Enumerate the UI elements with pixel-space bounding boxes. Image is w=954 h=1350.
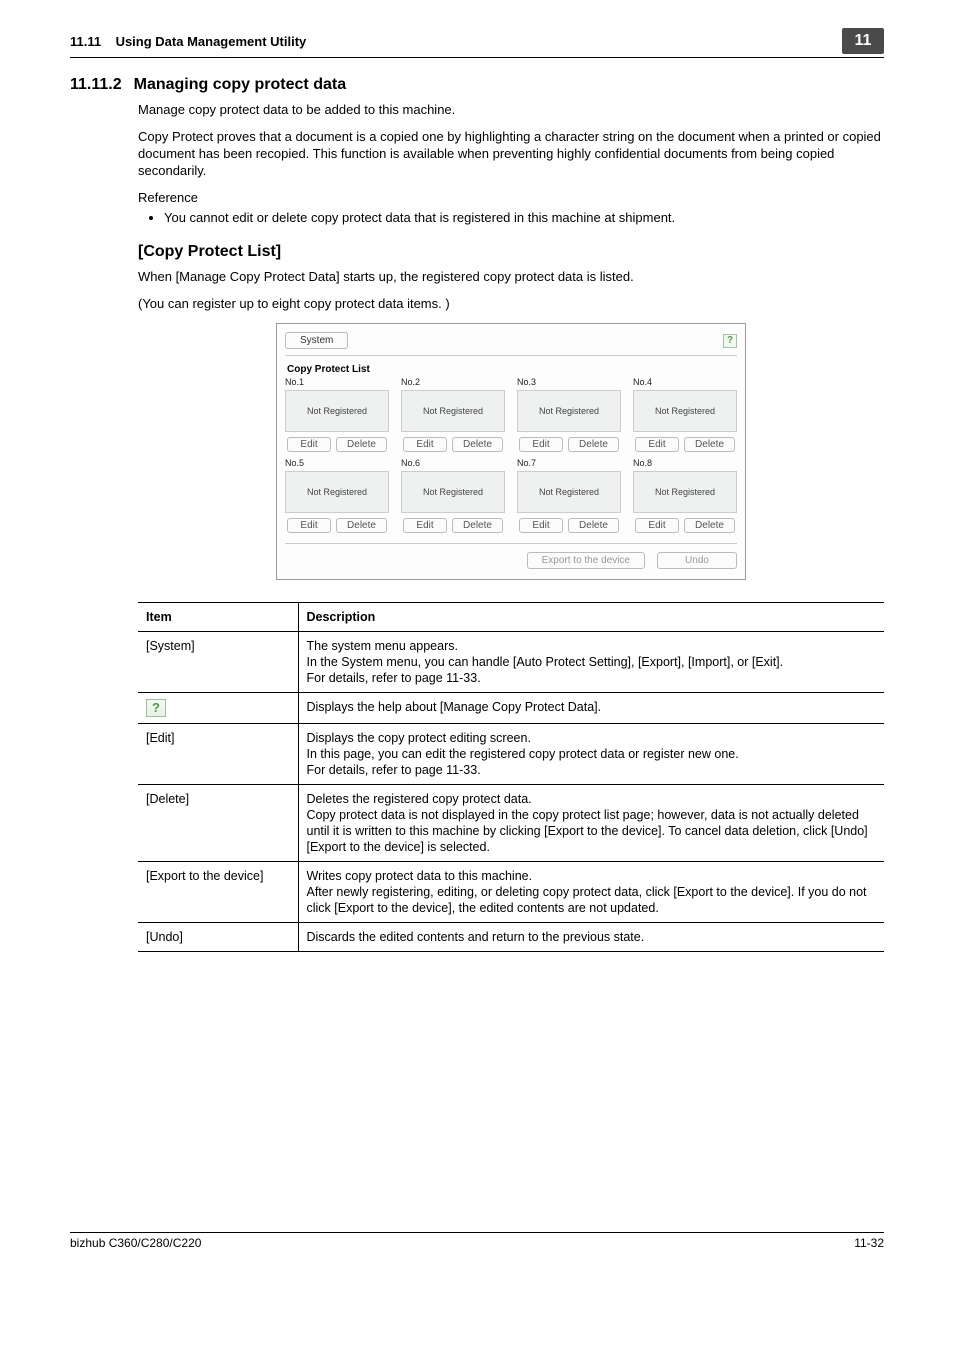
slot-status-box: Not Registered	[401, 471, 505, 513]
intro-para-2: Copy Protect proves that a document is a…	[138, 129, 884, 180]
copy-protect-list-para-1: When [Manage Copy Protect Data] starts u…	[138, 269, 884, 286]
edit-button[interactable]: Edit	[635, 518, 679, 533]
footer-rule	[70, 1232, 884, 1233]
copy-protect-slot: No.7 Not Registered Edit Delete	[517, 458, 621, 533]
table-cell-description: The system menu appears.In the System me…	[298, 632, 884, 693]
header-section-label: Using Data Management Utility	[116, 34, 307, 49]
copy-protect-slot: No.6 Not Registered Edit Delete	[401, 458, 505, 533]
section-number: 11.11.2	[70, 76, 122, 94]
table-cell-description: Displays the copy protect editing screen…	[298, 724, 884, 785]
delete-button[interactable]: Delete	[684, 437, 735, 452]
delete-button[interactable]: Delete	[568, 437, 619, 452]
slot-label: No.5	[285, 458, 389, 468]
table-row: [Delete]Deletes the registered copy prot…	[138, 785, 884, 862]
undo-button[interactable]: Undo	[657, 552, 737, 569]
slot-label: No.8	[633, 458, 737, 468]
table-cell-item: [Undo]	[138, 923, 298, 952]
table-cell-item: [System]	[138, 632, 298, 693]
copy-protect-list-heading: [Copy Protect List]	[138, 243, 884, 261]
copy-protect-slot: No.8 Not Registered Edit Delete	[633, 458, 737, 533]
copy-protect-slot: No.5 Not Registered Edit Delete	[285, 458, 389, 533]
slot-status-box: Not Registered	[285, 471, 389, 513]
slot-status-box: Not Registered	[633, 390, 737, 432]
copy-protect-slot: No.3 Not Registered Edit Delete	[517, 377, 621, 452]
reference-label: Reference	[138, 190, 884, 207]
reference-bullet: You cannot edit or delete copy protect d…	[164, 210, 884, 225]
app-screenshot: System ? Copy Protect List No.1 Not Regis…	[276, 323, 746, 580]
slot-status-box: Not Registered	[285, 390, 389, 432]
edit-button[interactable]: Edit	[635, 437, 679, 452]
table-cell-description: Writes copy protect data to this machine…	[298, 862, 884, 923]
help-icon: ?	[146, 699, 166, 717]
header-section-num: 11.11	[70, 34, 101, 49]
table-row: [Edit]Displays the copy protect editing …	[138, 724, 884, 785]
chapter-badge-number: 11	[855, 32, 872, 50]
chapter-badge: 11	[842, 28, 884, 54]
intro-para-1: Manage copy protect data to be added to …	[138, 102, 884, 119]
copy-protect-slot: No.1 Not Registered Edit Delete	[285, 377, 389, 452]
slot-label: No.2	[401, 377, 505, 387]
copy-protect-list-para-2: (You can register up to eight copy prote…	[138, 296, 884, 313]
delete-button[interactable]: Delete	[568, 518, 619, 533]
edit-button[interactable]: Edit	[403, 437, 447, 452]
delete-button[interactable]: Delete	[684, 518, 735, 533]
table-row: [Export to the device]Writes copy protec…	[138, 862, 884, 923]
edit-button[interactable]: Edit	[287, 437, 331, 452]
edit-button[interactable]: Edit	[403, 518, 447, 533]
slot-status-box: Not Registered	[517, 471, 621, 513]
table-header-item: Item	[138, 603, 298, 632]
header-section: 11.11 Using Data Management Utility	[70, 34, 306, 49]
table-cell-item: [Edit]	[138, 724, 298, 785]
slot-status-box: Not Registered	[633, 471, 737, 513]
export-to-device-button[interactable]: Export to the device	[527, 552, 645, 569]
footer-model: bizhub C360/C280/C220	[70, 1236, 201, 1250]
table-cell-description: Displays the help about [Manage Copy Pro…	[298, 693, 884, 724]
edit-button[interactable]: Edit	[519, 437, 563, 452]
table-cell-item: [Export to the device]	[138, 862, 298, 923]
copy-protect-slot: No.2 Not Registered Edit Delete	[401, 377, 505, 452]
delete-button[interactable]: Delete	[452, 518, 503, 533]
table-header-description: Description	[298, 603, 884, 632]
delete-button[interactable]: Delete	[336, 518, 387, 533]
slot-status-box: Not Registered	[401, 390, 505, 432]
page-footer: bizhub C360/C280/C220 11-32	[70, 1232, 884, 1250]
edit-button[interactable]: Edit	[287, 518, 331, 533]
delete-button[interactable]: Delete	[452, 437, 503, 452]
table-cell-item: [Delete]	[138, 785, 298, 862]
slot-label: No.1	[285, 377, 389, 387]
section-title: Managing copy protect data	[134, 76, 346, 94]
footer-page-number: 11-32	[854, 1236, 884, 1250]
help-icon[interactable]: ?	[723, 334, 737, 348]
slot-label: No.7	[517, 458, 621, 468]
table-cell-description: Discards the edited contents and return …	[298, 923, 884, 952]
table-row: [System]The system menu appears.In the S…	[138, 632, 884, 693]
copy-protect-list-title: Copy Protect List	[287, 364, 737, 375]
system-button[interactable]: System	[285, 332, 348, 349]
table-cell-description: Deletes the registered copy protect data…	[298, 785, 884, 862]
delete-button[interactable]: Delete	[336, 437, 387, 452]
slot-label: No.6	[401, 458, 505, 468]
table-cell-item: ?	[138, 693, 298, 724]
description-table: Item Description [System]The system menu…	[138, 602, 884, 952]
header-rule	[70, 57, 884, 58]
copy-protect-slot: No.4 Not Registered Edit Delete	[633, 377, 737, 452]
slot-label: No.3	[517, 377, 621, 387]
table-row: ? Displays the help about [Manage Copy Pr…	[138, 693, 884, 724]
table-row: [Undo]Discards the edited contents and r…	[138, 923, 884, 952]
edit-button[interactable]: Edit	[519, 518, 563, 533]
slot-label: No.4	[633, 377, 737, 387]
slot-status-box: Not Registered	[517, 390, 621, 432]
